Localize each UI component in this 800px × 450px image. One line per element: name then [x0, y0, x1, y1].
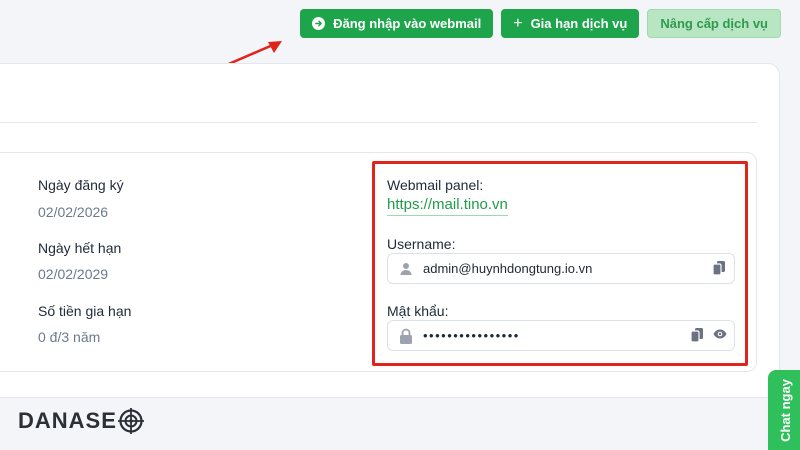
username-label: Username:: [387, 236, 456, 252]
registration-date-label: Ngày đăng ký: [38, 177, 124, 193]
registration-date-value: 02/02/2026: [38, 204, 109, 220]
chat-now-button[interactable]: Chat ngay: [768, 370, 800, 450]
copy-username-icon[interactable]: [711, 259, 729, 277]
user-icon: [400, 262, 412, 275]
login-webmail-label: Đăng nhập vào webmail: [333, 16, 482, 31]
username-field[interactable]: admin@huynhdongtung.io.vn: [387, 253, 735, 284]
login-webmail-button[interactable]: Đăng nhập vào webmail: [300, 9, 494, 38]
renewal-price-value: 0 đ/3 năm: [38, 329, 101, 345]
webmail-panel-link[interactable]: https://mail.tino.vn: [387, 196, 508, 216]
action-toolbar: Đăng nhập vào webmail + Gia hạn dịch vụ …: [300, 9, 781, 38]
password-value: ••••••••••••••••: [423, 328, 520, 343]
plus-icon: +: [513, 14, 523, 32]
card-divider: [0, 122, 757, 123]
eye-icon[interactable]: [713, 328, 727, 340]
renewal-price-label: Số tiền gia hạn: [38, 303, 132, 319]
logo-text: DANASE: [18, 408, 117, 433]
lock-icon: [400, 328, 412, 344]
copy-password-icon[interactable]: [689, 326, 707, 344]
upgrade-service-label: Nâng cấp dịch vụ: [660, 16, 768, 31]
username-value: admin@huynhdongtung.io.vn: [423, 261, 593, 276]
renew-service-label: Gia hạn dịch vụ: [530, 16, 628, 31]
arrow-right-circle-icon: [312, 17, 326, 30]
upgrade-service-button[interactable]: Nâng cấp dịch vụ: [647, 9, 781, 38]
renew-service-button[interactable]: + Gia hạn dịch vụ: [501, 9, 640, 38]
password-label: Mật khẩu:: [387, 303, 449, 319]
expiry-date-label: Ngày hết hạn: [38, 240, 122, 256]
password-field[interactable]: ••••••••••••••••: [387, 320, 735, 351]
danase-logo: DANASE: [18, 408, 144, 434]
crosshair-icon: [117, 408, 144, 434]
webmail-panel-label: Webmail panel:: [387, 177, 484, 193]
chat-now-label: Chat ngay: [777, 378, 793, 442]
expiry-date-value: 02/02/2029: [38, 266, 109, 282]
